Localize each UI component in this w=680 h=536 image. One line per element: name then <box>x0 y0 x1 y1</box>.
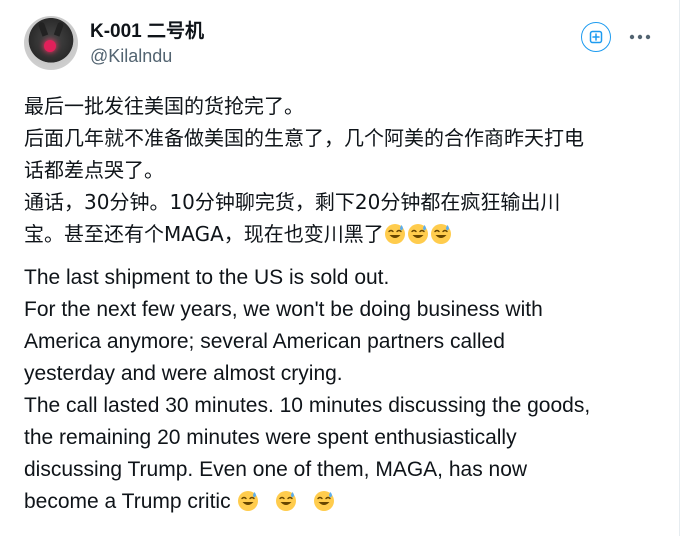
more-options-button[interactable] <box>625 22 655 52</box>
zh-line-2: 后面几年就不准备做美国的生意了，几个阿美的合作商昨天打电 <box>24 126 584 150</box>
post-text-chinese: 最后一批发往美国的货抢完了。 后面几年就不准备做美国的生意了，几个阿美的合作商昨… <box>24 90 655 250</box>
post-body: 最后一批发往美国的货抢完了。 后面几年就不准备做美国的生意了，几个阿美的合作商昨… <box>24 90 655 518</box>
zh-line-1: 最后一批发往美国的货抢完了。 <box>24 94 304 118</box>
en-line-5: The call lasted 30 minutes. 10 minutes d… <box>24 394 591 417</box>
grok-button[interactable] <box>581 22 611 52</box>
avatar-horn-left <box>37 21 49 37</box>
en-line-1: The last shipment to the US is sold out. <box>24 266 390 289</box>
more-options-icon <box>629 34 651 40</box>
grok-icon <box>589 30 603 44</box>
post-text-english: The last shipment to the US is sold out.… <box>24 262 655 518</box>
en-line-6: the remaining 20 minutes were spent enth… <box>24 426 517 449</box>
en-line-7: discussing Trump. Even one of them, MAGA… <box>24 458 528 481</box>
avatar-horn-right <box>53 21 65 37</box>
display-name[interactable]: K-001 二号机 <box>90 20 204 44</box>
post-header: K-001 二号机 @Kilalndu <box>24 16 655 80</box>
sweat-smile-emoji-icon <box>313 491 334 511</box>
en-line-2: For the next few years, we won't be doin… <box>24 298 543 321</box>
en-line-3: America anymore; several American partne… <box>24 330 505 353</box>
author-info: K-001 二号机 @Kilalndu <box>90 20 204 68</box>
sweat-smile-emoji-icon <box>275 491 296 511</box>
sweat-smile-emoji-icon <box>237 491 258 511</box>
sweat-smile-emoji-icon <box>430 224 451 244</box>
zh-line-3: 话都差点哭了。 <box>24 158 164 182</box>
en-line-8: become a Trump critic <box>24 490 231 513</box>
en-line-4: yesterday and were almost crying. <box>24 362 343 385</box>
avatar-eye <box>44 40 56 52</box>
zh-line-4: 通话，30分钟。10分钟聊完货，剩下20分钟都在疯狂输出川 <box>24 190 561 214</box>
sweat-smile-emoji-icon <box>407 224 428 244</box>
post-card: K-001 二号机 @Kilalndu 最后一批发往美国的货抢完了。 后面几年就… <box>0 0 680 536</box>
user-handle[interactable]: @Kilalndu <box>90 44 204 68</box>
header-actions <box>581 22 655 52</box>
avatar[interactable] <box>24 16 78 70</box>
zh-line-5: 宝。甚至还有个MAGA，现在也变川黑了 <box>24 222 384 246</box>
sweat-smile-emoji-icon <box>384 224 405 244</box>
